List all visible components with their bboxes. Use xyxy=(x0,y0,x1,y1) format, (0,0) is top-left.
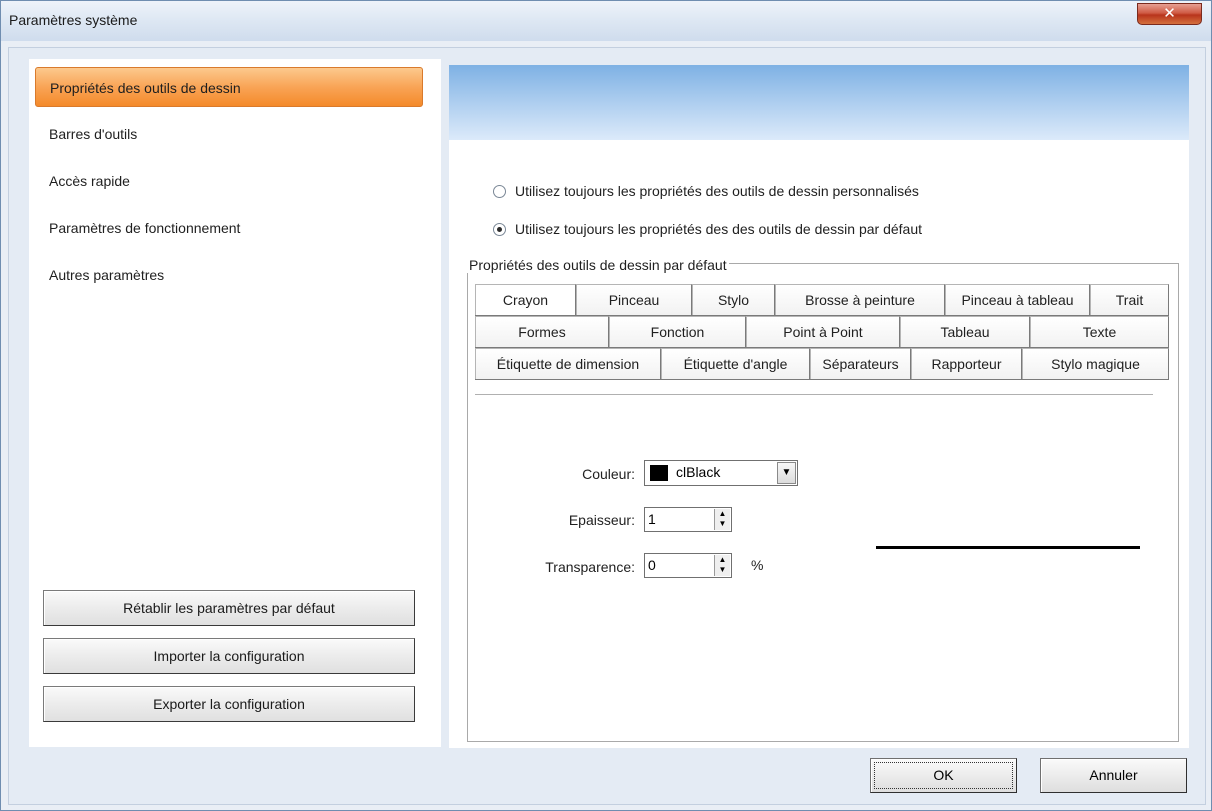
settings-window: Paramètres système ✕ Propriétés des outi… xyxy=(0,0,1212,811)
color-value: clBlack xyxy=(676,464,721,480)
tab-tableau[interactable]: Tableau xyxy=(900,316,1030,347)
tab-pinceau[interactable]: Pinceau xyxy=(576,284,692,315)
line-preview xyxy=(876,546,1140,549)
restore-defaults-button[interactable]: Rétablir les paramètres par défaut xyxy=(43,590,415,626)
import-config-button[interactable]: Importer la configuration xyxy=(43,638,415,674)
radio-label: Utilisez toujours les propriétés des des… xyxy=(515,221,922,237)
tab-etiquette-de-dimension[interactable]: Étiquette de dimension xyxy=(475,348,661,379)
tab-content-divider xyxy=(475,394,1153,395)
tab-crayon[interactable]: Crayon xyxy=(475,284,576,315)
settings-content: Utilisez toujours les propriétés des out… xyxy=(449,65,1189,748)
transparency-label: Transparence: xyxy=(545,559,635,575)
close-icon: ✕ xyxy=(1163,5,1176,22)
thickness-stepper[interactable]: 1 ▲ ▼ xyxy=(644,507,732,532)
sidebar-item-drawing-tools[interactable]: Propriétés des outils de dessin xyxy=(35,67,423,107)
chevron-down-icon[interactable]: ▼ xyxy=(777,462,796,484)
spin-buttons[interactable]: ▲ ▼ xyxy=(714,555,730,576)
tab-separateurs[interactable]: Séparateurs xyxy=(810,348,911,379)
transparency-stepper[interactable]: 0 ▲ ▼ xyxy=(644,553,732,578)
tab-brosse-a-peinture[interactable]: Brosse à peinture xyxy=(775,284,945,315)
tab-formes[interactable]: Formes xyxy=(475,316,609,347)
window-title: Paramètres système xyxy=(9,12,138,28)
tab-etiquette-d-angle[interactable]: Étiquette d'angle xyxy=(661,348,810,379)
arrow-down-icon[interactable]: ▼ xyxy=(715,565,730,575)
header-banner xyxy=(449,65,1189,140)
radio-label: Utilisez toujours les propriétés des out… xyxy=(515,183,919,199)
tab-trait[interactable]: Trait xyxy=(1090,284,1169,315)
color-select[interactable]: clBlack ▼ xyxy=(644,460,798,486)
sidebar-item-operation[interactable]: Paramètres de fonctionnement xyxy=(35,208,423,248)
sidebar-item-label: Barres d'outils xyxy=(49,126,138,142)
tab-rapporteur[interactable]: Rapporteur xyxy=(911,348,1022,379)
thickness-label: Epaisseur: xyxy=(568,512,635,528)
percent-unit: % xyxy=(751,557,764,573)
tab-point-a-point[interactable]: Point à Point xyxy=(746,316,900,347)
radio-button[interactable] xyxy=(493,223,506,236)
ok-button[interactable]: OK xyxy=(870,758,1017,793)
tab-row-separator xyxy=(475,379,1169,380)
sidebar-item-label: Paramètres de fonctionnement xyxy=(49,220,241,236)
thickness-value: 1 xyxy=(648,511,656,527)
transparency-value: 0 xyxy=(648,557,656,573)
color-label: Couleur: xyxy=(582,466,635,482)
color-swatch xyxy=(650,465,668,481)
tab-stylo[interactable]: Stylo xyxy=(692,284,775,315)
tab-fonction[interactable]: Fonction xyxy=(609,316,746,347)
tab-stylo-magique[interactable]: Stylo magique xyxy=(1022,348,1169,379)
title-bar: Paramètres système ✕ xyxy=(1,1,1211,41)
tab-pinceau-a-tableau[interactable]: Pinceau à tableau xyxy=(945,284,1090,315)
sidebar: Propriétés des outils de dessin Barres d… xyxy=(29,59,441,747)
close-button[interactable]: ✕ xyxy=(1137,3,1202,25)
arrow-down-icon[interactable]: ▼ xyxy=(715,519,730,529)
sidebar-item-toolbars[interactable]: Barres d'outils xyxy=(35,114,423,154)
radio-button[interactable] xyxy=(493,185,506,198)
arrow-up-icon[interactable]: ▲ xyxy=(715,509,730,519)
sidebar-item-other[interactable]: Autres paramètres xyxy=(35,255,423,295)
spin-buttons[interactable]: ▲ ▼ xyxy=(714,509,730,530)
sidebar-item-label: Autres paramètres xyxy=(49,267,165,283)
group-title: Propriétés des outils de dessin par défa… xyxy=(467,257,729,273)
sidebar-item-label: Propriétés des outils de dessin xyxy=(50,80,241,96)
cancel-button[interactable]: Annuler xyxy=(1040,758,1187,793)
tab-texte[interactable]: Texte xyxy=(1030,316,1169,347)
sidebar-item-label: Accès rapide xyxy=(49,173,130,189)
export-config-button[interactable]: Exporter la configuration xyxy=(43,686,415,722)
dialog-body: Propriétés des outils de dessin Barres d… xyxy=(8,47,1206,805)
sidebar-item-quick-access[interactable]: Accès rapide xyxy=(35,161,423,201)
arrow-up-icon[interactable]: ▲ xyxy=(715,555,730,565)
